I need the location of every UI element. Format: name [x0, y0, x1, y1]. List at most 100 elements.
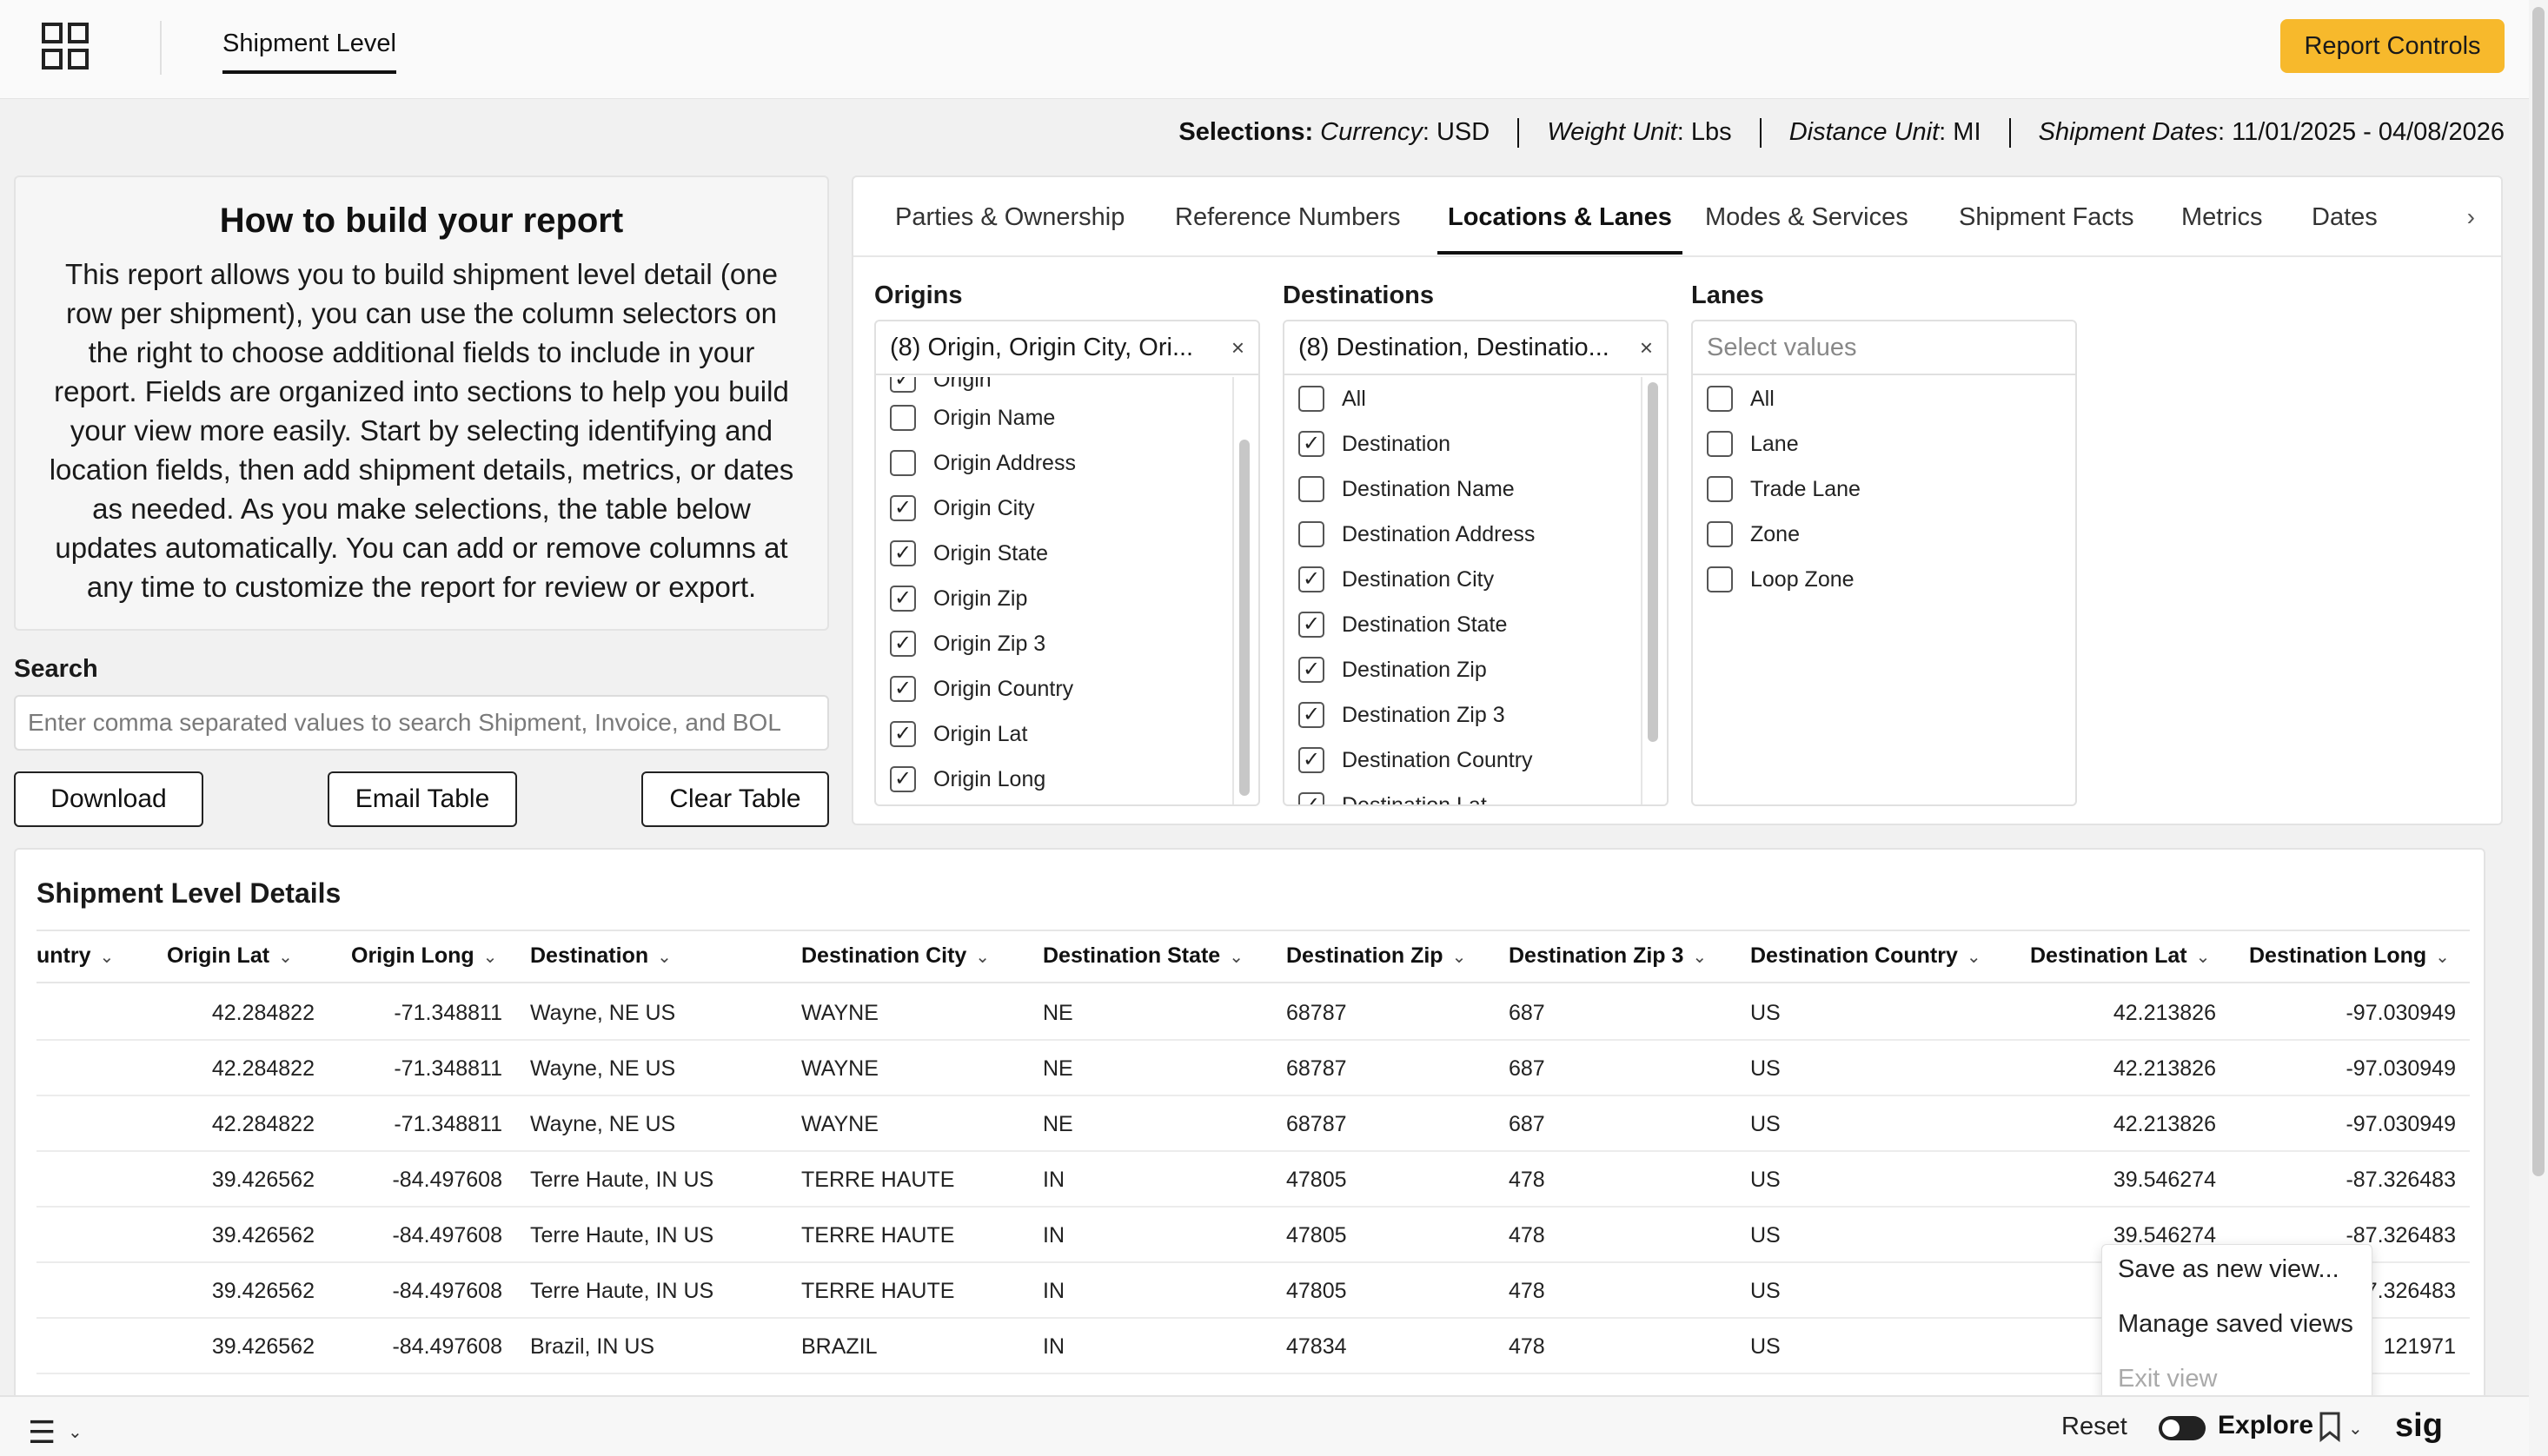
checkbox-icon[interactable]	[890, 405, 916, 431]
checkbox-checked-icon[interactable]: ✓	[1298, 612, 1324, 638]
checkbox-checked-icon[interactable]: ✓	[1298, 792, 1324, 804]
destination-option[interactable]: ✓ Destination State	[1298, 612, 1507, 638]
destination-option[interactable]: ✓ Destination Country	[1298, 747, 1533, 773]
checkbox-checked-icon[interactable]: ✓	[890, 766, 916, 792]
lane-option[interactable]: Zone	[1707, 521, 1800, 547]
tab-metrics[interactable]: Metrics	[2181, 203, 2262, 251]
checkbox-icon[interactable]	[1298, 521, 1324, 547]
chevron-down-icon[interactable]: ⌄	[100, 948, 115, 967]
chevron-down-icon[interactable]: ⌄	[1967, 948, 1981, 967]
origin-option[interactable]: ✓ Origin Zip	[890, 586, 1027, 612]
column-header[interactable]: Destination Long ⌄	[2249, 943, 2450, 969]
menu-icon[interactable]: ☰	[28, 1414, 56, 1451]
lanes-select-input[interactable]: Select values	[1693, 321, 2075, 375]
download-button[interactable]: Download	[14, 771, 203, 827]
checkbox-checked-icon[interactable]: ✓	[890, 631, 916, 657]
column-header[interactable]: Destination Zip ⌄	[1286, 943, 1466, 969]
destination-option[interactable]: ✓ Destination Zip 3	[1298, 702, 1505, 728]
origin-option[interactable]: ✓ Origin Country	[890, 676, 1073, 702]
checkbox-checked-icon[interactable]: ✓	[1298, 657, 1324, 683]
tab-shipment-facts[interactable]: Shipment Facts	[1959, 203, 2133, 251]
chevron-down-icon[interactable]: ⌄	[2196, 948, 2211, 967]
chevron-down-icon[interactable]: ⌄	[278, 948, 293, 967]
column-header[interactable]: Destination ⌄	[530, 943, 672, 969]
checkbox-icon[interactable]	[1298, 386, 1324, 412]
tab-modes-services[interactable]: Modes & Services	[1705, 203, 1908, 251]
origin-option[interactable]: ✓ Origin Long	[890, 766, 1045, 792]
reset-button[interactable]: Reset	[2061, 1413, 2127, 1441]
manage-saved-views-item[interactable]: Manage saved views	[2118, 1310, 2353, 1339]
tab-shipment-level[interactable]: Shipment Level	[222, 30, 396, 74]
tab-reference-numbers[interactable]: Reference Numbers	[1175, 203, 1401, 251]
checkbox-checked-icon[interactable]: ✓	[890, 495, 916, 521]
explore-label[interactable]: Explore	[2218, 1411, 2313, 1440]
column-header[interactable]: Destination Lat ⌄	[2030, 943, 2210, 969]
chevron-down-icon[interactable]: ⌄	[483, 948, 498, 967]
chevron-down-icon[interactable]: ⌄	[2348, 1418, 2363, 1439]
origin-option[interactable]: ✓ Origin	[890, 377, 992, 393]
destinations-select-input[interactable]: (8) Destination, Destinatio... ×	[1284, 321, 1667, 375]
search-input[interactable]	[14, 695, 829, 751]
tab-dates[interactable]: Dates	[2312, 203, 2378, 251]
column-header[interactable]: Origin Lat ⌄	[167, 943, 293, 969]
column-header[interactable]: Destination City ⌄	[801, 943, 990, 969]
checkbox-icon[interactable]	[890, 450, 916, 476]
clear-icon[interactable]: ×	[1640, 334, 1653, 361]
lane-option[interactable]: Loop Zone	[1707, 566, 1855, 592]
checkbox-icon[interactable]	[1707, 521, 1733, 547]
table-row[interactable]: 39.426562 -84.497608 Terre Haute, IN US TER…	[36, 1152, 2470, 1208]
checkbox-checked-icon[interactable]: ✓	[1298, 747, 1324, 773]
bookmark-icon[interactable]	[2319, 1411, 2341, 1442]
page-scrollbar[interactable]	[2532, 7, 2545, 1176]
origins-scrollbar[interactable]	[1239, 440, 1250, 796]
clear-table-button[interactable]: Clear Table	[641, 771, 829, 827]
destination-option[interactable]: ✓ Destination	[1298, 431, 1450, 457]
chevron-down-icon[interactable]: ⌄	[2435, 948, 2450, 967]
table-row[interactable]: 42.284822 -71.348811 Wayne, NE US WAYNE NE 68…	[36, 985, 2470, 1041]
column-header[interactable]: Origin Long ⌄	[351, 943, 497, 969]
chevron-down-icon[interactable]: ⌄	[975, 948, 990, 967]
table-row[interactable]: 42.284822 -71.348811 Wayne, NE US WAYNE NE 68…	[36, 1041, 2470, 1096]
destination-option[interactable]: Destination Name	[1298, 476, 1515, 502]
lane-option[interactable]: Lane	[1707, 431, 1799, 457]
checkbox-checked-icon[interactable]: ✓	[890, 540, 916, 566]
checkbox-checked-icon[interactable]: ✓	[1298, 566, 1324, 592]
tab-locations-lanes[interactable]: Locations & Lanes	[1437, 203, 1682, 255]
origin-option[interactable]: ✓ Origin Lat	[890, 721, 1027, 747]
checkbox-checked-icon[interactable]: ✓	[890, 676, 916, 702]
column-header[interactable]: untry ⌄	[36, 943, 114, 969]
tab-parties-ownership[interactable]: Parties & Ownership	[895, 203, 1125, 251]
destinations-scrollbar[interactable]	[1648, 382, 1658, 742]
destination-option[interactable]: ✓ Destination City	[1298, 566, 1494, 592]
destination-option[interactable]: All	[1298, 386, 1366, 412]
save-as-new-view-item[interactable]: Save as new view...	[2118, 1255, 2339, 1284]
origin-option[interactable]: ✓ Origin State	[890, 540, 1048, 566]
report-controls-button[interactable]: Report Controls	[2280, 19, 2505, 73]
origin-option[interactable]: Origin Address	[890, 450, 1076, 476]
checkbox-icon[interactable]	[1707, 476, 1733, 502]
chevron-down-icon[interactable]: ⌄	[1692, 948, 1707, 967]
column-header[interactable]: Destination State ⌄	[1043, 943, 1244, 969]
checkbox-checked-icon[interactable]: ✓	[1298, 431, 1324, 457]
checkbox-icon[interactable]	[1707, 566, 1733, 592]
checkbox-checked-icon[interactable]: ✓	[890, 377, 916, 393]
chevron-down-icon[interactable]: ⌄	[68, 1421, 83, 1443]
chevron-down-icon[interactable]: ⌄	[657, 948, 672, 967]
checkbox-icon[interactable]	[1707, 431, 1733, 457]
chevron-down-icon[interactable]: ⌄	[1229, 948, 1244, 967]
table-row[interactable]: 42.284822 -71.348811 Wayne, NE US WAYNE NE 68…	[36, 1096, 2470, 1152]
destination-option[interactable]: ✓ Destination Lat	[1298, 792, 1487, 804]
column-header[interactable]: Destination Zip 3 ⌄	[1509, 943, 1707, 969]
destination-option[interactable]: ✓ Destination Zip	[1298, 657, 1487, 683]
checkbox-icon[interactable]	[1298, 476, 1324, 502]
apps-grid-icon[interactable]	[42, 23, 89, 69]
destination-option[interactable]: Destination Address	[1298, 521, 1535, 547]
origin-option[interactable]: Origin Name	[890, 405, 1055, 431]
checkbox-checked-icon[interactable]: ✓	[1298, 702, 1324, 728]
chevron-right-icon[interactable]: ›	[2467, 203, 2475, 231]
origins-select-input[interactable]: (8) Origin, Origin City, Ori... ×	[876, 321, 1258, 375]
clear-icon[interactable]: ×	[1231, 334, 1244, 361]
email-table-button[interactable]: Email Table	[328, 771, 517, 827]
checkbox-checked-icon[interactable]: ✓	[890, 721, 916, 747]
column-header[interactable]: Destination Country ⌄	[1750, 943, 1981, 969]
